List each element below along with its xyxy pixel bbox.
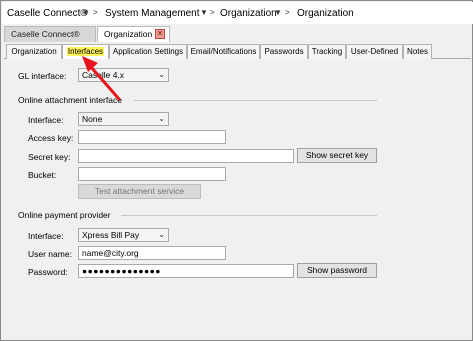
attachment-section-title: Online attachment interface (18, 95, 122, 105)
gl-interface-label: GL interface: (18, 71, 67, 81)
test-attachment-service-button[interactable]: Test attachment service (78, 184, 201, 199)
breadcrumb-system-management[interactable]: System Management (105, 8, 200, 19)
chevron-right-icon: > (93, 8, 98, 17)
section-divider (121, 215, 377, 216)
chevron-down-icon: ⌄ (158, 70, 165, 79)
doc-tab-label: Caselle Connect® (11, 29, 80, 39)
attachment-interface-value: None (82, 114, 103, 124)
gl-interface-value: Caselle 4.x (82, 70, 125, 80)
payment-section-title: Online payment provider (18, 210, 111, 220)
chevron-down-icon[interactable]: ▼ (82, 8, 90, 17)
username-field[interactable]: name@city.org (78, 246, 226, 260)
chevron-down-icon: ⌄ (158, 230, 165, 239)
chevron-down-icon[interactable]: ▼ (200, 8, 208, 17)
tab-organization[interactable]: Organization (6, 44, 62, 59)
payment-interface-select[interactable]: Xpress Bill Pay ⌄ (78, 228, 169, 242)
breadcrumb: Caselle Connect® ▼ > System Management ▼… (2, 2, 473, 24)
interfaces-panel: GL interface: Caselle 4.x ⌄ Online attac… (4, 59, 471, 339)
chevron-down-icon: ⌄ (158, 114, 165, 123)
tab-interfaces[interactable]: Interfaces (62, 44, 109, 59)
tab-label: User-Defined (350, 47, 399, 56)
tab-label: Passwords (264, 47, 304, 56)
tab-label: Notes (407, 47, 428, 56)
doc-tab-label: Organization (104, 29, 153, 39)
attachment-interface-select[interactable]: None ⌄ (78, 112, 169, 126)
payment-interface-value: Xpress Bill Pay (82, 230, 140, 240)
tab-label: Organization (11, 47, 57, 56)
breadcrumb-organization[interactable]: Organization (220, 8, 277, 19)
subtab-strip: Organization Interfaces Application Sett… (4, 42, 471, 59)
breadcrumb-current: Organization (297, 8, 354, 19)
access-key-label: Access key: (28, 133, 74, 143)
secret-key-label: Secret key: (28, 152, 71, 162)
tab-user-defined[interactable]: User-Defined (346, 44, 403, 59)
secret-key-field[interactable] (78, 149, 294, 163)
gl-interface-select[interactable]: Caselle 4.x ⌄ (78, 68, 169, 82)
tab-email-notifications[interactable]: Email/Notifications (187, 44, 260, 59)
window-frame: Caselle Connect® ▼ > System Management ▼… (0, 0, 473, 341)
username-label: User name: (28, 249, 72, 259)
close-icon[interactable]: ✕ (155, 29, 165, 39)
password-label: Password: (28, 267, 68, 277)
bucket-label: Bucket: (28, 170, 57, 180)
chevron-down-icon[interactable]: ▼ (274, 8, 282, 17)
tab-tracking[interactable]: Tracking (308, 44, 346, 59)
tab-notes[interactable]: Notes (403, 44, 432, 59)
access-key-field[interactable] (78, 130, 226, 144)
attachment-interface-label: Interface: (28, 115, 64, 125)
tab-label: Interfaces (66, 47, 105, 56)
chevron-right-icon: > (210, 8, 215, 17)
tab-label: Tracking (311, 47, 343, 56)
tab-label: Email/Notifications (190, 47, 257, 56)
doc-tab-organization[interactable]: Organization ✕ (97, 26, 170, 42)
password-field[interactable]: ●●●●●●●●●●●●●● (78, 264, 294, 278)
section-divider (134, 100, 377, 101)
breadcrumb-app[interactable]: Caselle Connect® (7, 8, 88, 19)
tab-application-settings[interactable]: Application Settings (109, 44, 187, 59)
chevron-right-icon: > (285, 8, 290, 17)
bucket-field[interactable] (78, 167, 226, 181)
show-secret-key-button[interactable]: Show secret key (297, 148, 377, 163)
payment-interface-label: Interface: (28, 231, 64, 241)
tab-passwords[interactable]: Passwords (260, 44, 308, 59)
show-password-button[interactable]: Show password (297, 263, 377, 278)
tab-label: Application Settings (112, 47, 184, 56)
doc-tab-caselle-connect[interactable]: Caselle Connect® (4, 26, 96, 42)
